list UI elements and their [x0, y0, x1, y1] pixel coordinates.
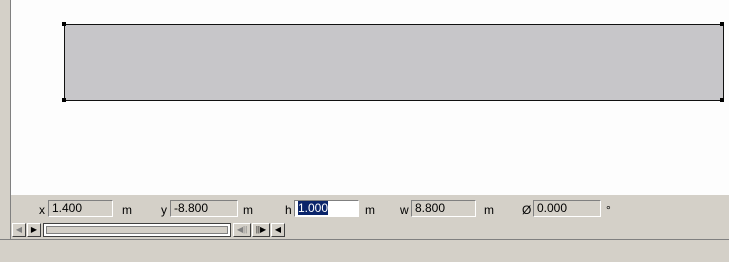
x-label: x	[39, 203, 45, 217]
height-value-selected: 1.000	[298, 201, 329, 215]
scroll-left-icon[interactable]: ◀	[12, 223, 26, 237]
resize-handle-bottom-right[interactable]	[720, 98, 724, 102]
horizontal-scrollbar-thumb[interactable]	[46, 226, 228, 234]
resize-handle-top-left[interactable]	[62, 22, 66, 26]
y-position-field[interactable]: -8.800	[170, 200, 238, 217]
width-field[interactable]: 8.800	[411, 200, 476, 217]
scroll-row-filler	[287, 222, 729, 239]
h-unit-label: m	[365, 203, 375, 217]
resize-handle-top-right[interactable]	[720, 22, 724, 26]
height-field[interactable]: 1.000	[294, 200, 359, 217]
drawing-canvas[interactable]	[11, 0, 729, 195]
scroll-right-icon[interactable]: ▶	[27, 223, 41, 237]
angle-label: Ø	[522, 203, 532, 217]
next-page-icon[interactable]: ||▶	[252, 223, 270, 237]
previous-page-icon[interactable]: ◀||	[233, 223, 251, 237]
status-strip	[0, 239, 729, 262]
shape-properties-bar: x 1.400 m y -8.800 m h 1.000 m w 8.800 m…	[11, 195, 729, 222]
h-label: h	[285, 203, 292, 217]
x-position-field[interactable]: 1.400	[48, 200, 113, 217]
resize-handle-bottom-left[interactable]	[62, 98, 66, 102]
w-unit-label: m	[484, 203, 494, 217]
y-label: y	[161, 203, 167, 217]
window-left-border	[0, 0, 11, 261]
horizontal-scrollbar-track[interactable]	[43, 223, 231, 237]
angle-field[interactable]: 0.000	[533, 200, 601, 217]
w-label: w	[400, 203, 409, 217]
selected-rectangle-shape[interactable]	[64, 24, 724, 101]
angle-unit-label: °	[606, 203, 611, 217]
y-unit-label: m	[243, 203, 253, 217]
page-back-icon[interactable]: ◀	[271, 223, 285, 237]
x-unit-label: m	[122, 203, 132, 217]
horizontal-scroll-row: ◀ ▶ ◀|| ||▶ ◀	[11, 222, 729, 239]
